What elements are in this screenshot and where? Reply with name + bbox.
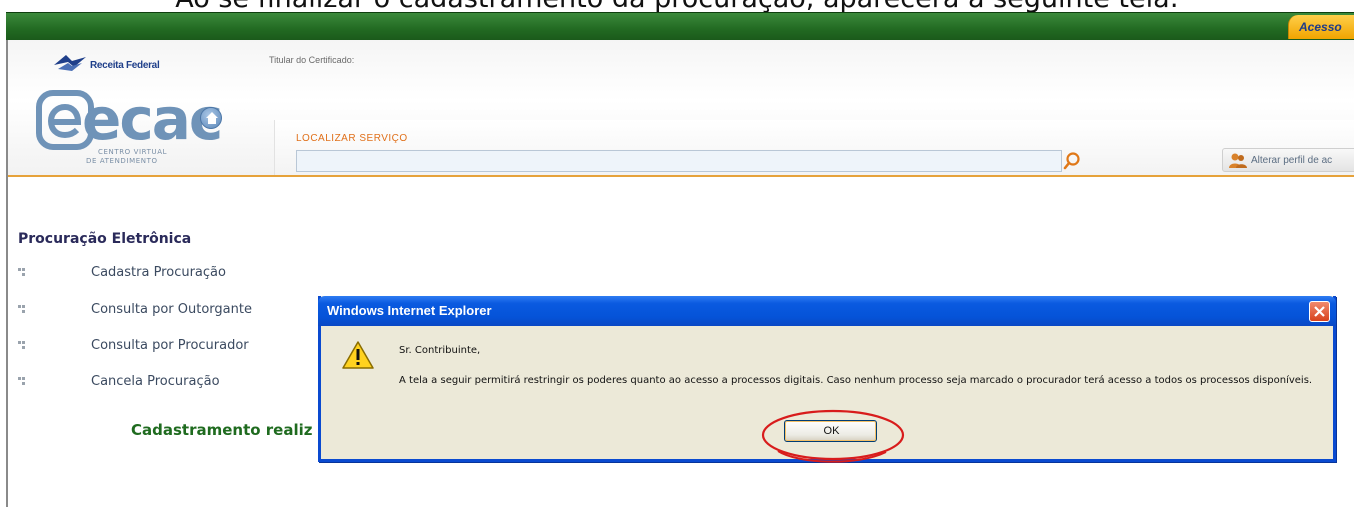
menu-item-label: Cancela Procuração xyxy=(91,374,220,389)
bullet-icon xyxy=(18,268,25,276)
left-border xyxy=(6,40,8,507)
acesso-tab[interactable]: Acesso xyxy=(1288,15,1354,39)
menu-item-cancela-procuracao[interactable]: Cancela Procuração xyxy=(18,373,328,393)
menu-item-consulta-procurador[interactable]: Consulta por Procurador xyxy=(18,337,328,357)
status-message: Cadastramento realiz xyxy=(131,421,313,439)
menu-item-cadastra-procuracao[interactable]: Cadastra Procuração xyxy=(18,264,328,284)
menu-item-consulta-outorgante[interactable]: Consulta por Outorgante xyxy=(18,301,328,321)
alterar-perfil-button[interactable]: Alterar perfil de ac xyxy=(1222,148,1354,172)
search-input[interactable] xyxy=(296,150,1062,172)
search-icon[interactable] xyxy=(1063,151,1081,171)
titular-certificado-label: Titular do Certificado: xyxy=(269,55,355,65)
ecac-subtitle-line1: CENTRO VIRTUAL xyxy=(98,148,168,156)
dialog-message: A tela a seguir permitirá restringir os … xyxy=(399,375,1313,386)
top-bar: Acesso xyxy=(6,12,1354,40)
page-title: Procuração Eletrônica xyxy=(18,231,192,247)
bullet-icon xyxy=(18,305,25,313)
site-header: Receita Federal Titular do Certificado: … xyxy=(6,40,1354,177)
alert-dialog: Windows Internet Explorer Sr. Contribuin… xyxy=(318,296,1336,462)
users-icon xyxy=(1229,153,1247,168)
menu-item-label: Consulta por Procurador xyxy=(91,338,249,353)
bullet-icon xyxy=(18,377,25,385)
ecac-logo[interactable]: ecac CENTRO VIRTUAL DE ATENDIMENTO xyxy=(36,88,276,178)
ok-button-label: OK xyxy=(823,425,840,437)
search-label: LOCALIZAR SERVIÇO xyxy=(296,133,408,144)
close-button[interactable] xyxy=(1309,301,1330,322)
warning-icon xyxy=(342,341,374,369)
menu-item-label: Consulta por Outorgante xyxy=(91,302,252,317)
menu-item-label: Cadastra Procuração xyxy=(91,265,226,280)
search-panel: LOCALIZAR SERVIÇO Alterar perfil de ac xyxy=(274,120,1354,175)
dialog-titlebar[interactable]: Windows Internet Explorer xyxy=(318,296,1336,326)
dialog-title: Windows Internet Explorer xyxy=(327,303,492,318)
receita-federal-logo[interactable]: Receita Federal xyxy=(52,53,182,75)
dialog-greeting: Sr. Contribuinte, xyxy=(399,345,481,356)
ecac-subtitle-line2: DE ATENDIMENTO xyxy=(86,157,158,165)
alterar-perfil-label: Alterar perfil de ac xyxy=(1251,155,1333,166)
receita-federal-text: Receita Federal xyxy=(90,60,160,71)
home-icon[interactable] xyxy=(200,107,222,129)
close-icon xyxy=(1314,306,1325,317)
bullet-icon xyxy=(18,341,25,349)
document-caption: Ao se finalizar o cadastramento da procu… xyxy=(0,0,1354,12)
ok-button[interactable]: OK xyxy=(784,420,877,442)
receita-federal-emblem-icon xyxy=(54,55,86,71)
